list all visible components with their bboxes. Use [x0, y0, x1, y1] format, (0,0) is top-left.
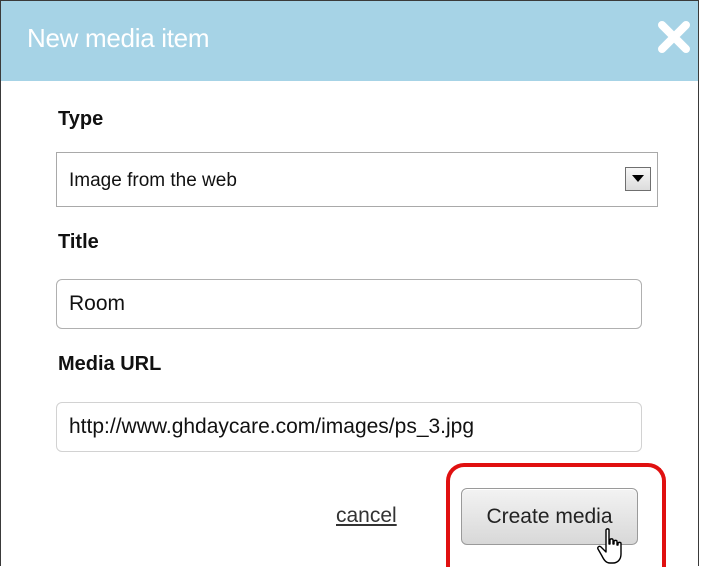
title-label: Title: [58, 231, 99, 253]
chevron-down-icon[interactable]: [625, 167, 651, 191]
hand-cursor-icon: [597, 528, 627, 571]
type-select[interactable]: Image from the web: [56, 152, 658, 207]
new-media-dialog: New media item Type Image from the web T…: [0, 0, 699, 567]
type-label: Type: [58, 108, 104, 130]
media-url-input[interactable]: http://www.ghdaycare.com/images/ps_3.jpg: [56, 402, 642, 452]
close-icon[interactable]: [656, 19, 692, 55]
title-input[interactable]: Room: [56, 279, 642, 329]
dialog-title: New media item: [27, 23, 210, 53]
dialog-titlebar: New media item: [1, 1, 698, 81]
media-url-label: Media URL: [58, 353, 162, 375]
cancel-link[interactable]: cancel: [336, 504, 397, 528]
type-select-value: Image from the web: [69, 170, 237, 191]
